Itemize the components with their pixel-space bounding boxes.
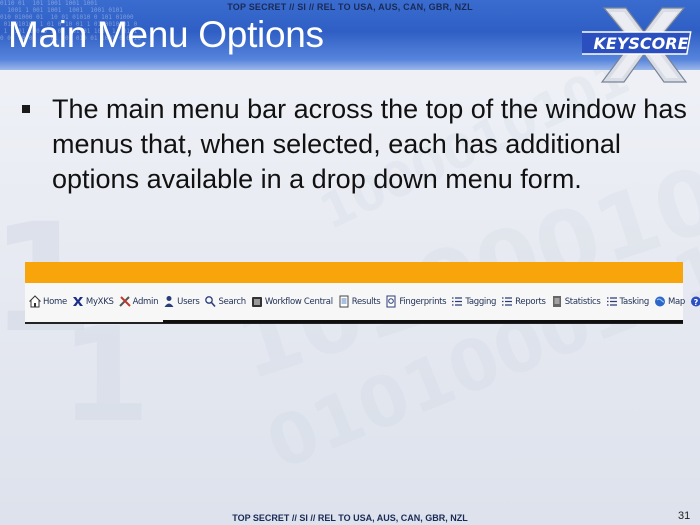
- fingerprint-icon: [385, 295, 397, 308]
- list-icon: [501, 295, 513, 308]
- statistics-icon: [551, 295, 563, 308]
- tools-icon: [118, 295, 131, 308]
- menu-item-help[interactable]: ?Help▾: [690, 295, 700, 308]
- keyscore-logo: KEYSCORE: [582, 7, 692, 83]
- menu-item-workflow-central[interactable]: Workflow Central: [251, 295, 333, 308]
- list-icon: [606, 295, 618, 308]
- main-menu-bar: Home MyXKS Admin Users Search Workflow Centra…: [25, 283, 700, 324]
- home-icon: [28, 295, 42, 308]
- menu-item-label: Users: [177, 296, 200, 307]
- bullet-text: The main menu bar across the top of the …: [52, 94, 687, 194]
- menu-item-statistics[interactable]: Statistics: [551, 295, 601, 308]
- menu-item-myxks[interactable]: MyXKS: [72, 295, 114, 308]
- search-icon: [204, 295, 217, 308]
- menu-item-users[interactable]: Users: [163, 295, 200, 308]
- slide-title: Main Menu Options: [8, 14, 324, 55]
- menu-item-map[interactable]: Map: [654, 295, 685, 308]
- bullet-marker: [22, 105, 30, 113]
- svg-text:KEYSCORE: KEYSCORE: [593, 34, 688, 53]
- page-number: 31: [678, 510, 691, 522]
- menu-item-label: Statistics: [564, 296, 601, 307]
- help-icon: ?: [690, 295, 700, 308]
- workflow-icon: [251, 295, 263, 308]
- list-icon: [451, 295, 463, 308]
- results-icon: [338, 295, 350, 308]
- menu-item-label: Reports: [515, 296, 546, 307]
- menu-item-label: Search: [218, 296, 246, 307]
- menu-item-label: Results: [351, 296, 381, 307]
- menu-item-tagging[interactable]: Tagging: [451, 295, 496, 308]
- menu-item-label: Tasking: [619, 296, 650, 307]
- menu-item-reports[interactable]: Reports: [501, 295, 546, 308]
- menu-item-label: Admin: [132, 296, 159, 307]
- classification-banner-bottom: TOP SECRET // SI // REL TO USA, AUS, CAN…: [232, 513, 468, 523]
- menu-item-label: Home: [43, 296, 67, 307]
- svg-text:?: ?: [694, 298, 699, 307]
- menu-item-label: Fingerprints: [399, 296, 447, 307]
- menu-orange-strip: [25, 262, 683, 283]
- x-icon: [72, 295, 84, 308]
- menu-item-tasking[interactable]: Tasking: [606, 295, 649, 308]
- menu-item-results[interactable]: Results: [338, 295, 381, 308]
- menu-item-label: Workflow Central: [264, 296, 333, 307]
- globe-icon: [654, 295, 666, 308]
- menu-item-admin[interactable]: Admin: [118, 295, 159, 308]
- menu-item-label: MyXKS: [85, 296, 114, 307]
- menu-item-label: Map: [667, 296, 685, 307]
- menu-bar-screenshot: Home MyXKS Admin Users Search Workflow Centra…: [25, 262, 700, 324]
- menu-item-search[interactable]: Search: [204, 295, 246, 308]
- menu-item-home[interactable]: Home: [28, 295, 67, 308]
- user-icon: [163, 295, 175, 308]
- menu-item-label: Tagging: [465, 296, 497, 307]
- menu-item-fingerprints[interactable]: Fingerprints: [385, 295, 447, 308]
